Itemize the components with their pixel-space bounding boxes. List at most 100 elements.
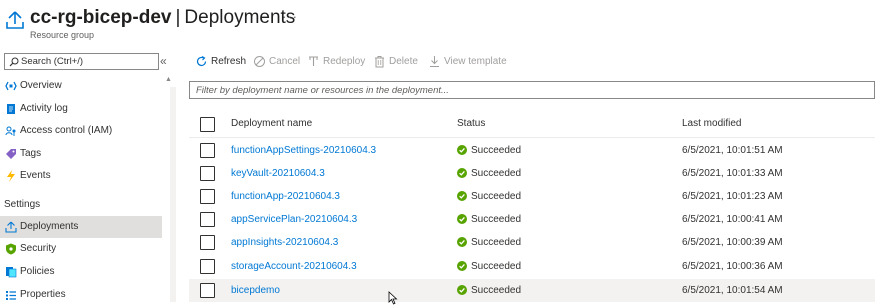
status-text: Succeeded xyxy=(471,261,522,272)
last-modified-cell: 6/5/2021, 10:01:51 AM xyxy=(682,145,783,156)
last-modified-cell: 6/5/2021, 10:01:23 AM xyxy=(682,191,783,202)
deployments-blade: Refresh Cancel Redeploy Delete View temp… xyxy=(184,50,875,305)
table-row[interactable]: appServicePlan-20210604.3 Succeeded 6/5/… xyxy=(189,208,875,231)
row-checkbox[interactable] xyxy=(200,143,215,158)
redeploy-button[interactable]: Redeploy xyxy=(307,54,367,70)
nav-item-deployments[interactable]: Deployments xyxy=(0,216,162,238)
row-checkbox[interactable] xyxy=(200,166,215,181)
refresh-button[interactable]: Refresh xyxy=(195,54,255,70)
scroll-up-arrow[interactable]: ▲ xyxy=(165,76,172,83)
nav-item-access-control[interactable]: Access control (IAM) xyxy=(0,120,162,142)
status-text: Succeeded xyxy=(471,168,522,179)
success-check-icon xyxy=(457,145,467,155)
table-row[interactable]: bicepdemo Succeeded 6/5/2021, 10:01:54 A… xyxy=(189,279,875,302)
search-icon xyxy=(9,57,19,67)
table-row[interactable]: functionAppSettings-20210604.3 Succeeded… xyxy=(189,139,875,162)
page-header: cc-rg-bicep-dev | Deployments ··· Resource… xyxy=(0,0,875,44)
resource-type-label: Resource group xyxy=(30,30,95,40)
more-options-button[interactable]: ··· xyxy=(282,9,298,24)
deployments-icon xyxy=(4,220,18,234)
iam-icon xyxy=(4,124,18,138)
nav-item-activity-log[interactable]: Activity log xyxy=(0,98,162,120)
last-modified-cell: 6/5/2021, 10:00:39 AM xyxy=(682,237,783,248)
deployment-name-link[interactable]: keyVault-20210604.3 xyxy=(231,168,325,179)
success-check-icon xyxy=(457,168,467,178)
mouse-pointer-icon xyxy=(388,291,398,305)
last-modified-cell: 6/5/2021, 10:01:33 AM xyxy=(682,168,783,179)
status-cell: Succeeded xyxy=(457,168,521,179)
resource-group-upload-icon xyxy=(6,11,24,29)
page-title: cc-rg-bicep-dev | Deployments xyxy=(30,6,295,30)
security-icon xyxy=(4,242,18,256)
menu-search-input[interactable] xyxy=(21,55,155,68)
status-text: Succeeded xyxy=(471,285,522,296)
settings-section-header: Settings xyxy=(4,199,41,210)
nav-label: Policies xyxy=(20,266,55,277)
properties-icon xyxy=(4,288,18,302)
nav-item-tags[interactable]: Tags xyxy=(0,143,162,165)
resource-name: cc-rg-bicep-dev xyxy=(30,7,172,28)
table-header: Deployment name Status Last modified xyxy=(189,110,875,138)
nav-item-security[interactable]: Security xyxy=(0,238,162,260)
table-row[interactable]: storageAccount-20210604.3 Succeeded 6/5/… xyxy=(189,255,875,278)
success-check-icon xyxy=(457,191,467,201)
row-checkbox[interactable] xyxy=(200,283,215,298)
deployment-name-link[interactable]: appInsights-20210604.3 xyxy=(231,237,338,248)
status-text: Succeeded xyxy=(471,145,522,156)
nav-label: Activity log xyxy=(20,103,68,114)
column-header-last-modified[interactable]: Last modified xyxy=(682,118,741,129)
nav-item-events[interactable]: Events xyxy=(0,165,162,187)
table-row[interactable]: functionApp-20210604.3 Succeeded 6/5/202… xyxy=(189,185,875,208)
cancel-button[interactable]: Cancel xyxy=(253,54,303,70)
nav-label: Access control (IAM) xyxy=(20,125,113,136)
last-modified-cell: 6/5/2021, 10:00:41 AM xyxy=(682,214,783,225)
menu-search-box[interactable] xyxy=(4,53,159,70)
row-checkbox[interactable] xyxy=(200,259,215,274)
nav-item-overview[interactable]: Overview xyxy=(0,75,162,97)
last-modified-cell: 6/5/2021, 10:00:36 AM xyxy=(682,261,783,272)
view-template-label: View template xyxy=(444,56,507,67)
last-modified-cell: 6/5/2021, 10:01:54 AM xyxy=(682,285,783,296)
trash-icon xyxy=(375,56,384,68)
status-cell: Succeeded xyxy=(457,145,521,156)
status-cell: Succeeded xyxy=(457,285,521,296)
deployment-name-link[interactable]: functionAppSettings-20210604.3 xyxy=(231,145,376,156)
nav-label: Deployments xyxy=(20,221,79,232)
deployment-name-link[interactable]: storageAccount-20210604.3 xyxy=(231,261,357,272)
view-template-button[interactable]: View template xyxy=(428,54,508,70)
table-row[interactable]: appInsights-20210604.3 Succeeded 6/5/202… xyxy=(189,231,875,254)
resource-menu: « ▲ Overview Activity log Access control… xyxy=(0,50,176,305)
row-checkbox[interactable] xyxy=(200,235,215,250)
download-icon xyxy=(430,56,439,67)
delete-button[interactable]: Delete xyxy=(373,54,423,70)
overview-icon xyxy=(4,79,18,93)
tag-icon xyxy=(4,147,18,161)
events-icon xyxy=(4,169,18,183)
nav-item-policies[interactable]: Policies xyxy=(0,261,162,283)
deployment-name-link[interactable]: functionApp-20210604.3 xyxy=(231,191,340,202)
cancel-icon xyxy=(254,56,265,67)
row-checkbox[interactable] xyxy=(200,189,215,204)
nav-label: Overview xyxy=(20,80,62,91)
status-cell: Succeeded xyxy=(457,191,521,202)
deployment-filter-box[interactable] xyxy=(189,81,875,99)
select-all-checkbox[interactable] xyxy=(200,117,215,132)
status-cell: Succeeded xyxy=(457,261,521,272)
success-check-icon xyxy=(457,285,467,295)
column-header-name[interactable]: Deployment name xyxy=(231,118,312,129)
status-text: Succeeded xyxy=(471,214,522,225)
deployment-filter-input[interactable] xyxy=(196,84,856,96)
refresh-icon xyxy=(196,55,207,67)
collapse-menu-button[interactable]: « xyxy=(160,54,167,68)
deployment-name-link[interactable]: appServicePlan-20210604.3 xyxy=(231,214,357,225)
blade-name: Deployments xyxy=(184,7,296,28)
nav-item-properties[interactable]: Properties xyxy=(0,284,162,306)
column-header-status[interactable]: Status xyxy=(457,118,485,129)
table-row[interactable]: keyVault-20210604.3 Succeeded 6/5/2021, … xyxy=(189,162,875,185)
deployment-name-link[interactable]: bicepdemo xyxy=(231,285,280,296)
menu-scrollbar[interactable] xyxy=(170,87,176,302)
refresh-label: Refresh xyxy=(211,56,247,67)
title-separator: | xyxy=(175,7,181,28)
policies-icon xyxy=(4,265,18,279)
row-checkbox[interactable] xyxy=(200,212,215,227)
